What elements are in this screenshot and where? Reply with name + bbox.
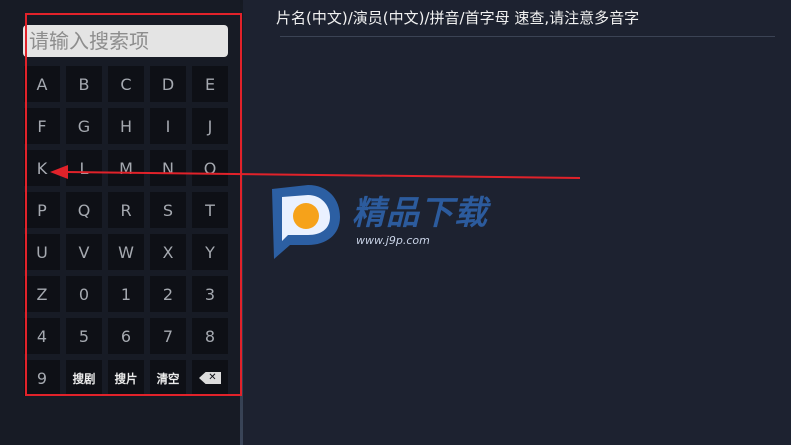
key-p[interactable]: P bbox=[24, 192, 60, 228]
key-0[interactable]: 0 bbox=[66, 276, 102, 312]
key-n[interactable]: N bbox=[150, 150, 186, 186]
delete-button[interactable]: ✕ bbox=[192, 360, 228, 396]
watermark-title: 精品下载 bbox=[352, 193, 488, 232]
watermark: 精品下载 www.j9p.com bbox=[266, 183, 487, 261]
key-r[interactable]: R bbox=[108, 192, 144, 228]
search-series-button[interactable]: 搜剧 bbox=[66, 360, 102, 396]
key-h[interactable]: H bbox=[108, 108, 144, 144]
key-2[interactable]: 2 bbox=[150, 276, 186, 312]
key-l[interactable]: L bbox=[66, 150, 102, 186]
key-c[interactable]: C bbox=[108, 66, 144, 102]
search-movie-label: 搜片 bbox=[114, 371, 138, 386]
hint-underline bbox=[280, 36, 775, 37]
key-k[interactable]: K bbox=[24, 150, 60, 186]
key-m[interactable]: M bbox=[108, 150, 144, 186]
key-f[interactable]: F bbox=[24, 108, 60, 144]
backspace-glyph: ✕ bbox=[208, 372, 217, 383]
key-e[interactable]: E bbox=[192, 66, 228, 102]
key-j[interactable]: J bbox=[192, 108, 228, 144]
key-a[interactable]: A bbox=[24, 66, 60, 102]
key-v[interactable]: V bbox=[66, 234, 102, 270]
search-input[interactable]: 请输入搜索项 bbox=[23, 25, 228, 57]
key-1[interactable]: 1 bbox=[108, 276, 144, 312]
backspace-icon: ✕ bbox=[199, 372, 221, 384]
key-8[interactable]: 8 bbox=[192, 318, 228, 354]
key-d[interactable]: D bbox=[150, 66, 186, 102]
on-screen-keyboard: A B C D E F G H I J K L M N O P Q R S T … bbox=[24, 66, 230, 396]
clear-label: 清空 bbox=[156, 371, 180, 386]
key-z[interactable]: Z bbox=[24, 276, 60, 312]
key-w[interactable]: W bbox=[108, 234, 144, 270]
key-g[interactable]: G bbox=[66, 108, 102, 144]
key-i[interactable]: I bbox=[150, 108, 186, 144]
key-7[interactable]: 7 bbox=[150, 318, 186, 354]
search-hint-text: 片名(中文)/演员(中文)/拼音/首字母 速查,请注意多音字 bbox=[276, 9, 640, 27]
key-3[interactable]: 3 bbox=[192, 276, 228, 312]
key-u[interactable]: U bbox=[24, 234, 60, 270]
watermark-url: www.j9p.com bbox=[356, 234, 430, 247]
key-4[interactable]: 4 bbox=[24, 318, 60, 354]
key-t[interactable]: T bbox=[192, 192, 228, 228]
watermark-logo-dot bbox=[293, 203, 319, 229]
search-movie-button[interactable]: 搜片 bbox=[108, 360, 144, 396]
key-x[interactable]: X bbox=[150, 234, 186, 270]
key-q[interactable]: Q bbox=[66, 192, 102, 228]
watermark-logo bbox=[272, 185, 340, 259]
key-s[interactable]: S bbox=[150, 192, 186, 228]
key-6[interactable]: 6 bbox=[108, 318, 144, 354]
key-o[interactable]: O bbox=[192, 150, 228, 186]
panel-divider bbox=[240, 0, 243, 445]
clear-button[interactable]: 清空 bbox=[150, 360, 186, 396]
key-y[interactable]: Y bbox=[192, 234, 228, 270]
key-5[interactable]: 5 bbox=[66, 318, 102, 354]
search-series-label: 搜剧 bbox=[72, 371, 96, 386]
key-9[interactable]: 9 bbox=[24, 360, 60, 396]
key-b[interactable]: B bbox=[66, 66, 102, 102]
